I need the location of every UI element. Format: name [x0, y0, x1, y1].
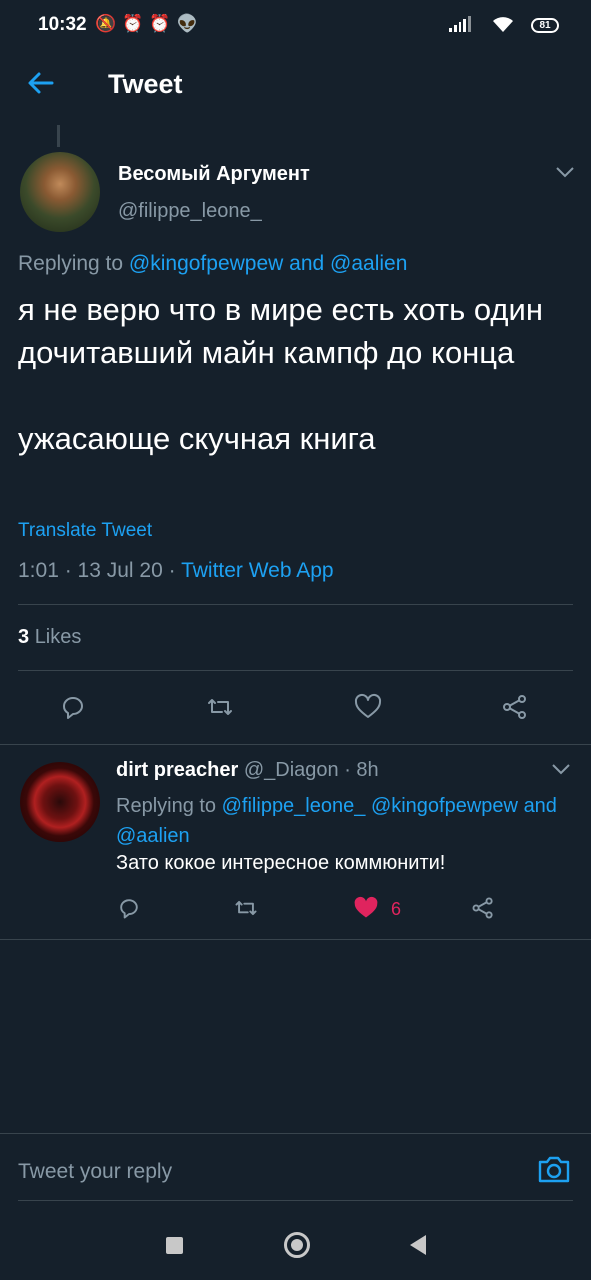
mention-link[interactable]: @filippe_leone_ — [222, 795, 366, 817]
reply-composer: Tweet your reply — [0, 1133, 591, 1205]
author-avatar[interactable] — [20, 152, 100, 232]
replying-to-prefix: Replying to — [116, 795, 217, 817]
reply-input[interactable]: Tweet your reply — [18, 1160, 172, 1184]
replying-and: and — [289, 252, 325, 275]
page-title: Tweet — [108, 69, 183, 99]
retweet-icon[interactable] — [233, 895, 261, 923]
replying-to-prefix: Replying to — [18, 252, 124, 275]
reply-header: dirt preacher @_Diagon · 8h — [116, 759, 379, 782]
back-button[interactable] — [410, 1235, 426, 1255]
reply-replying-to: Replying to @filippe_leone_ @kingofpewpe… — [116, 791, 576, 851]
reply-body: Зато кокое интересное коммюнити! — [116, 852, 446, 874]
retweet-icon[interactable] — [205, 692, 237, 724]
reply-author-avatar[interactable] — [20, 762, 100, 842]
replying-to: Replying to @kingofpewpew and @aalien — [18, 252, 407, 276]
divider — [18, 670, 573, 671]
status-notification-icons: 🔕⏰⏰👽 — [95, 14, 204, 33]
tweet-source-link[interactable]: Twitter Web App — [181, 559, 334, 582]
reply-author-handle[interactable]: @_Diagon — [244, 759, 339, 781]
author-handle[interactable]: @filippe_leone_ — [118, 200, 262, 223]
share-icon[interactable] — [470, 895, 498, 923]
mention-link[interactable]: @kingofpewpew — [129, 252, 283, 275]
wifi-icon — [491, 14, 515, 39]
like-heart-icon[interactable] — [353, 692, 385, 724]
likes-count: 3 — [18, 626, 30, 648]
reply-icon[interactable] — [58, 692, 90, 724]
battery-icon: 81 — [531, 18, 559, 33]
home-button[interactable] — [284, 1232, 310, 1258]
divider — [0, 744, 591, 745]
tweet-timestamp: 1:01 · 13 Jul 20 · — [18, 559, 182, 582]
author-name[interactable]: Весомый Аргумент — [118, 163, 310, 186]
reply-author-name[interactable]: dirt preacher — [116, 759, 238, 781]
reply-like-count: 6 — [391, 899, 402, 919]
thread-connector-line — [57, 125, 60, 147]
tweet-body: я не верю что в мире есть хоть один дочи… — [18, 292, 543, 456]
share-icon[interactable] — [500, 692, 532, 724]
chevron-down-icon[interactable] — [551, 760, 571, 781]
recent-apps-button[interactable] — [166, 1237, 183, 1254]
mention-link[interactable]: @kingofpewpew — [371, 795, 518, 817]
status-time: 10:32 — [38, 14, 87, 35]
divider — [0, 939, 591, 940]
translate-tweet-link[interactable]: Translate Tweet — [18, 520, 152, 542]
mention-link[interactable]: @aalien — [116, 825, 190, 847]
tweet-meta: 1:01 · 13 Jul 20 · Twitter Web App — [18, 559, 334, 583]
likes-label: Likes — [34, 626, 82, 648]
likes-summary[interactable]: 3 Likes — [18, 626, 81, 649]
app-header: Tweet — [0, 52, 591, 116]
signal-icon — [449, 16, 471, 32]
reply-icon[interactable] — [116, 895, 144, 923]
status-bar: 10:32 🔕⏰⏰👽 81 — [0, 0, 591, 52]
composer-underline — [18, 1200, 573, 1201]
mention-link[interactable]: @aalien — [330, 252, 407, 275]
replying-and: and — [523, 795, 557, 817]
system-navigation-bar — [0, 1208, 591, 1280]
camera-icon[interactable] — [537, 1154, 571, 1184]
divider — [18, 604, 573, 605]
chevron-down-icon[interactable] — [555, 163, 575, 184]
reply-time: · 8h — [344, 759, 379, 781]
back-arrow-icon[interactable] — [26, 68, 58, 100]
like-heart-filled-icon[interactable] — [353, 895, 381, 923]
